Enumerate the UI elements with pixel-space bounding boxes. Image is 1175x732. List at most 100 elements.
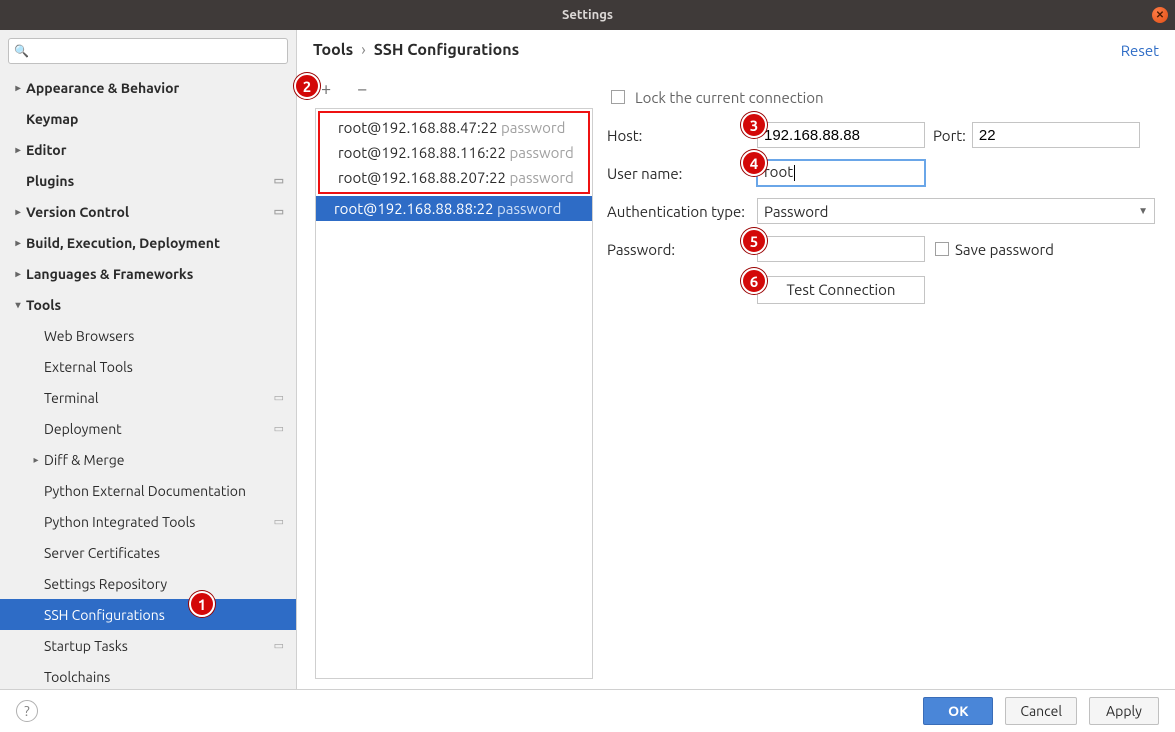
port-input[interactable] <box>972 122 1140 148</box>
ok-button[interactable]: OK <box>923 697 993 725</box>
close-icon: ✕ <box>1156 9 1164 21</box>
config-item-label: root@192.168.88.47:22 <box>338 119 501 136</box>
chevron-right-icon: ▸ <box>10 144 26 156</box>
text-cursor-icon <box>794 165 795 181</box>
project-scope-icon: ▭ <box>274 515 284 528</box>
ssh-config-item[interactable]: root@192.168.88.207:22 password <box>320 165 588 190</box>
sidebar-item-external-tools[interactable]: External Tools <box>0 351 296 382</box>
sidebar-item-keymap[interactable]: Keymap <box>0 103 296 134</box>
save-password-checkbox[interactable] <box>935 242 949 256</box>
chevron-right-icon: ▸ <box>10 206 26 218</box>
sidebar-item-startup-tasks[interactable]: Startup Tasks ▭ <box>0 630 296 661</box>
config-item-auth: password <box>497 200 561 217</box>
sidebar-item-ssh-configurations[interactable]: SSH Configurations <box>0 599 296 630</box>
settings-search-input[interactable] <box>8 38 288 64</box>
project-scope-icon: ▭ <box>274 639 284 652</box>
config-item-auth: password <box>501 119 565 136</box>
sidebar-item-terminal[interactable]: Terminal ▭ <box>0 382 296 413</box>
sidebar-item-label: Version Control <box>26 204 129 220</box>
sidebar-item-label: Python Integrated Tools <box>44 514 195 530</box>
dialog-footer: ? OK Cancel Apply <box>0 690 1175 732</box>
sidebar-item-label: External Tools <box>44 359 133 375</box>
ssh-config-item[interactable]: root@192.168.88.88:22 password <box>316 196 592 221</box>
chevron-right-icon: ▸ <box>28 454 44 466</box>
help-button[interactable]: ? <box>16 700 38 722</box>
breadcrumb-parent[interactable]: Tools <box>313 41 353 59</box>
settings-sidebar: 🔍 ▸Appearance & BehaviorKeymap▸EditorPlu… <box>0 30 297 689</box>
help-icon: ? <box>24 703 29 719</box>
ssh-config-item[interactable]: root@192.168.88.47:22 password <box>320 115 588 140</box>
config-item-auth: password <box>509 144 573 161</box>
add-config-button[interactable]: + <box>321 79 331 99</box>
username-label: User name: <box>607 165 757 182</box>
username-input[interactable]: root <box>757 160 925 186</box>
sidebar-item-label: Terminal <box>44 390 99 406</box>
project-scope-icon: ▭ <box>274 205 284 218</box>
sidebar-item-label: Web Browsers <box>44 328 134 344</box>
sidebar-item-python-integrated-tools[interactable]: Python Integrated Tools ▭ <box>0 506 296 537</box>
project-scope-icon: ▭ <box>274 422 284 435</box>
password-label: Password: <box>607 241 757 258</box>
sidebar-item-server-certificates[interactable]: Server Certificates <box>0 537 296 568</box>
project-scope-icon: ▭ <box>274 174 284 187</box>
sidebar-item-plugins[interactable]: Plugins ▭ <box>0 165 296 196</box>
sidebar-item-languages-frameworks[interactable]: ▸Languages & Frameworks <box>0 258 296 289</box>
sidebar-item-label: Appearance & Behavior <box>26 80 179 96</box>
sidebar-item-appearance-behavior[interactable]: ▸Appearance & Behavior <box>0 72 296 103</box>
sidebar-item-label: Tools <box>26 297 61 313</box>
chevron-down-icon: ▼ <box>1138 205 1148 217</box>
config-item-label: root@192.168.88.116:22 <box>338 144 509 161</box>
save-password-label: Save password <box>955 241 1054 258</box>
config-item-label: root@192.168.88.207:22 <box>338 169 509 186</box>
sidebar-item-settings-repository[interactable]: Settings Repository <box>0 568 296 599</box>
test-connection-button[interactable]: Test Connection <box>757 276 925 304</box>
sidebar-item-label: Server Certificates <box>44 545 160 561</box>
sidebar-item-toolchains[interactable]: Toolchains <box>0 661 296 689</box>
settings-tree: ▸Appearance & BehaviorKeymap▸EditorPlugi… <box>0 72 296 689</box>
apply-button[interactable]: Apply <box>1089 697 1159 725</box>
sidebar-item-label: Build, Execution, Deployment <box>26 235 220 251</box>
sidebar-item-editor[interactable]: ▸Editor <box>0 134 296 165</box>
breadcrumb-separator-icon: › <box>361 41 366 59</box>
remove-config-button[interactable]: − <box>357 79 367 99</box>
ssh-config-form: Lock the current connection Host: Port: … <box>593 70 1175 689</box>
sidebar-item-web-browsers[interactable]: Web Browsers <box>0 320 296 351</box>
sidebar-item-label: Python External Documentation <box>44 483 246 499</box>
config-item-label: root@192.168.88.88:22 <box>334 200 497 217</box>
lock-connection-checkbox[interactable] <box>611 90 625 104</box>
sidebar-item-deployment[interactable]: Deployment ▭ <box>0 413 296 444</box>
sidebar-item-python-external-documentation[interactable]: Python External Documentation <box>0 475 296 506</box>
chevron-right-icon: ▸ <box>10 237 26 249</box>
chevron-right-icon: ▸ <box>10 82 26 94</box>
auth-type-label: Authentication type: <box>607 203 757 220</box>
sidebar-item-label: Startup Tasks <box>44 638 128 654</box>
sidebar-item-label: SSH Configurations <box>44 607 165 623</box>
host-label: Host: <box>607 127 757 144</box>
host-input[interactable] <box>757 122 925 148</box>
window-titlebar: Settings ✕ <box>0 0 1175 30</box>
sidebar-item-label: Settings Repository <box>44 576 167 592</box>
sidebar-item-diff-merge[interactable]: ▸Diff & Merge <box>0 444 296 475</box>
sidebar-item-version-control[interactable]: ▸Version Control ▭ <box>0 196 296 227</box>
password-input[interactable] <box>757 236 925 262</box>
sidebar-item-label: Deployment <box>44 421 122 437</box>
sidebar-item-label: Languages & Frameworks <box>26 266 193 282</box>
ssh-config-item[interactable]: root@192.168.88.116:22 password <box>320 140 588 165</box>
reset-link[interactable]: Reset <box>1121 42 1159 59</box>
lock-connection-label: Lock the current connection <box>635 89 824 106</box>
sidebar-item-build-execution-deployment[interactable]: ▸Build, Execution, Deployment <box>0 227 296 258</box>
chevron-right-icon: ▸ <box>10 268 26 280</box>
sidebar-item-label: Plugins <box>26 173 74 189</box>
highlighted-configs: root@192.168.88.47:22 passwordroot@192.1… <box>318 111 590 194</box>
config-item-auth: password <box>509 169 573 186</box>
breadcrumb-leaf: SSH Configurations <box>374 41 519 59</box>
cancel-button[interactable]: Cancel <box>1005 697 1077 725</box>
auth-type-select[interactable]: Password ▼ <box>757 198 1155 224</box>
sidebar-item-label: Editor <box>26 142 66 158</box>
sidebar-item-label: Toolchains <box>44 669 110 685</box>
sidebar-item-tools[interactable]: ▾Tools <box>0 289 296 320</box>
project-scope-icon: ▭ <box>274 391 284 404</box>
close-window-button[interactable]: ✕ <box>1152 7 1168 23</box>
ssh-config-list: root@192.168.88.47:22 passwordroot@192.1… <box>315 108 593 679</box>
chevron-down-icon: ▾ <box>10 299 26 311</box>
